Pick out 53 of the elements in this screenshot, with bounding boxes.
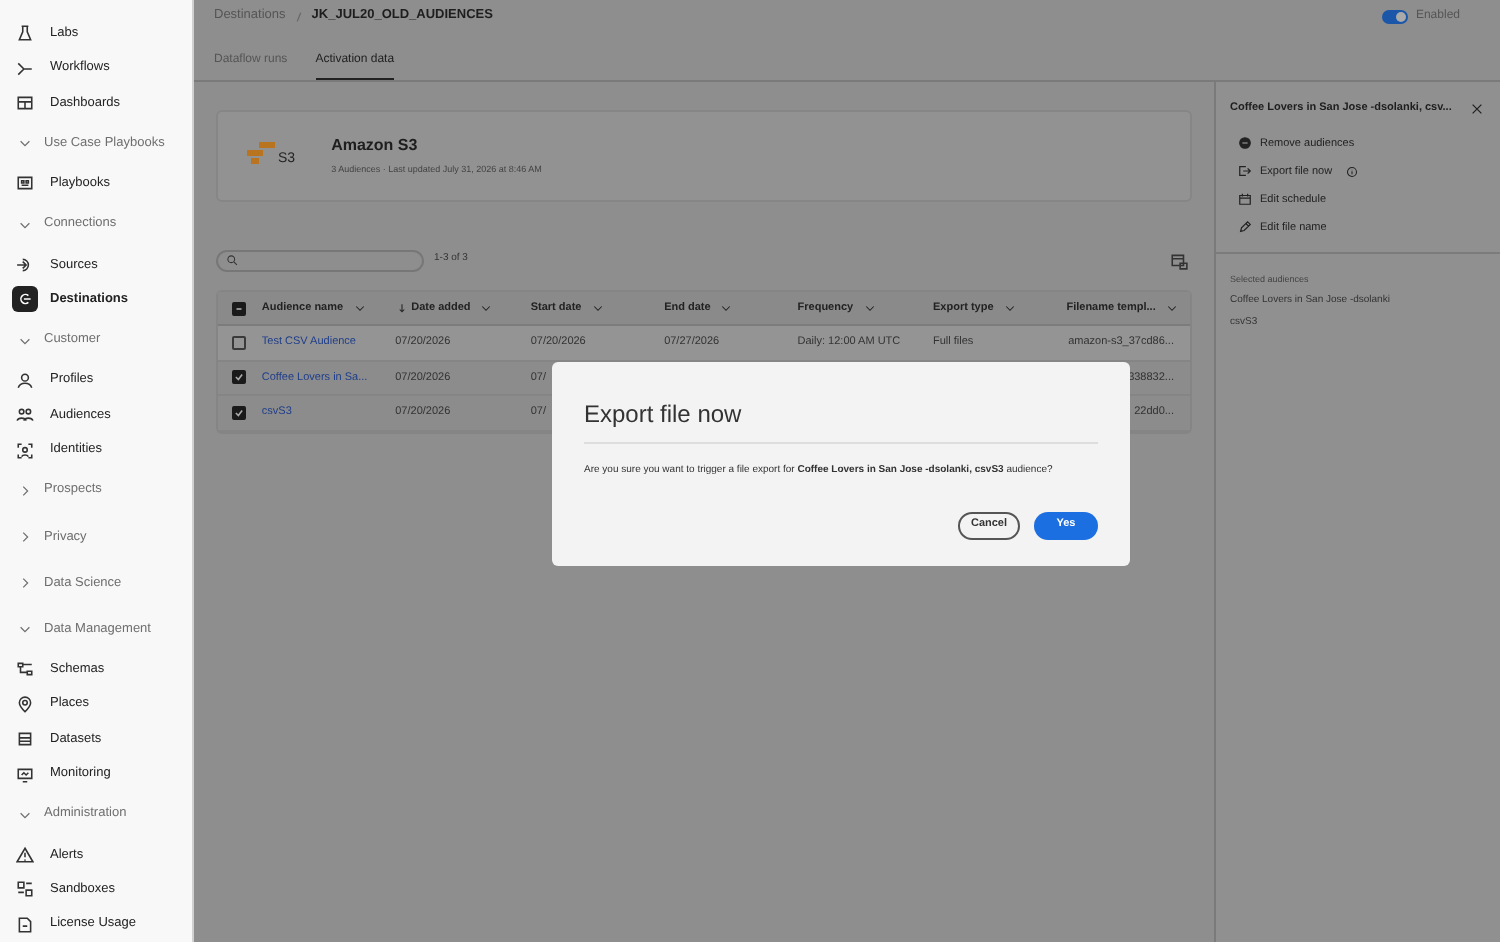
table-settings-icon <box>1170 251 1188 269</box>
checkbox[interactable] <box>232 370 247 385</box>
chevron-down-icon <box>720 302 733 314</box>
chevron-icon <box>18 483 32 498</box>
schema-icon <box>16 660 34 679</box>
checkmark-icon <box>234 372 245 383</box>
chevron-down-icon <box>480 302 493 314</box>
chevron-icon <box>18 576 32 591</box>
cubes-icon <box>242 142 276 170</box>
remove-icon <box>1238 136 1252 151</box>
slash-icon <box>291 9 306 23</box>
document-icon <box>16 915 34 934</box>
grid-icon <box>16 174 34 193</box>
chevron-icon <box>18 529 32 544</box>
person-icon <box>16 371 34 390</box>
identity-icon <box>16 441 34 460</box>
sign-in-icon <box>16 255 34 274</box>
pin-icon <box>16 695 34 714</box>
database-icon <box>16 730 34 749</box>
minus-icon <box>234 303 245 313</box>
destination-name: Amazon S3 <box>331 134 420 159</box>
dashboard-icon <box>16 93 34 112</box>
destination-icon <box>16 290 34 309</box>
chevron-down-icon <box>591 302 604 314</box>
chevron-icon <box>18 333 32 348</box>
flask-icon <box>16 24 34 43</box>
checkmark-icon <box>234 407 245 418</box>
sandbox-icon <box>16 880 34 899</box>
chevron-icon <box>18 622 32 637</box>
checkbox[interactable] <box>232 335 247 350</box>
chevron-icon <box>18 807 32 822</box>
branch-icon <box>16 59 34 78</box>
monitor-icon <box>16 765 34 784</box>
chevron-down-icon <box>863 302 876 314</box>
close-icon <box>1470 101 1484 116</box>
chevron-down-icon <box>353 302 366 314</box>
people-icon <box>16 406 34 425</box>
export-icon <box>1238 164 1252 179</box>
chevron-icon <box>18 217 32 232</box>
info-icon <box>1346 165 1359 178</box>
calendar-icon <box>1238 192 1252 207</box>
checkbox[interactable] <box>232 405 247 420</box>
toggle-switch[interactable] <box>1381 9 1408 23</box>
dialog-title: Export file now <box>584 396 1098 444</box>
chevron-down-icon <box>1003 302 1016 314</box>
alert-icon <box>16 846 34 865</box>
pencil-icon <box>1238 220 1252 235</box>
search-icon <box>226 254 238 266</box>
checkbox[interactable] <box>232 301 247 315</box>
chevron-icon <box>18 136 32 151</box>
sort-arrow-icon <box>395 302 408 314</box>
search-field[interactable] <box>216 249 424 271</box>
chevron-down-icon <box>1165 302 1178 314</box>
